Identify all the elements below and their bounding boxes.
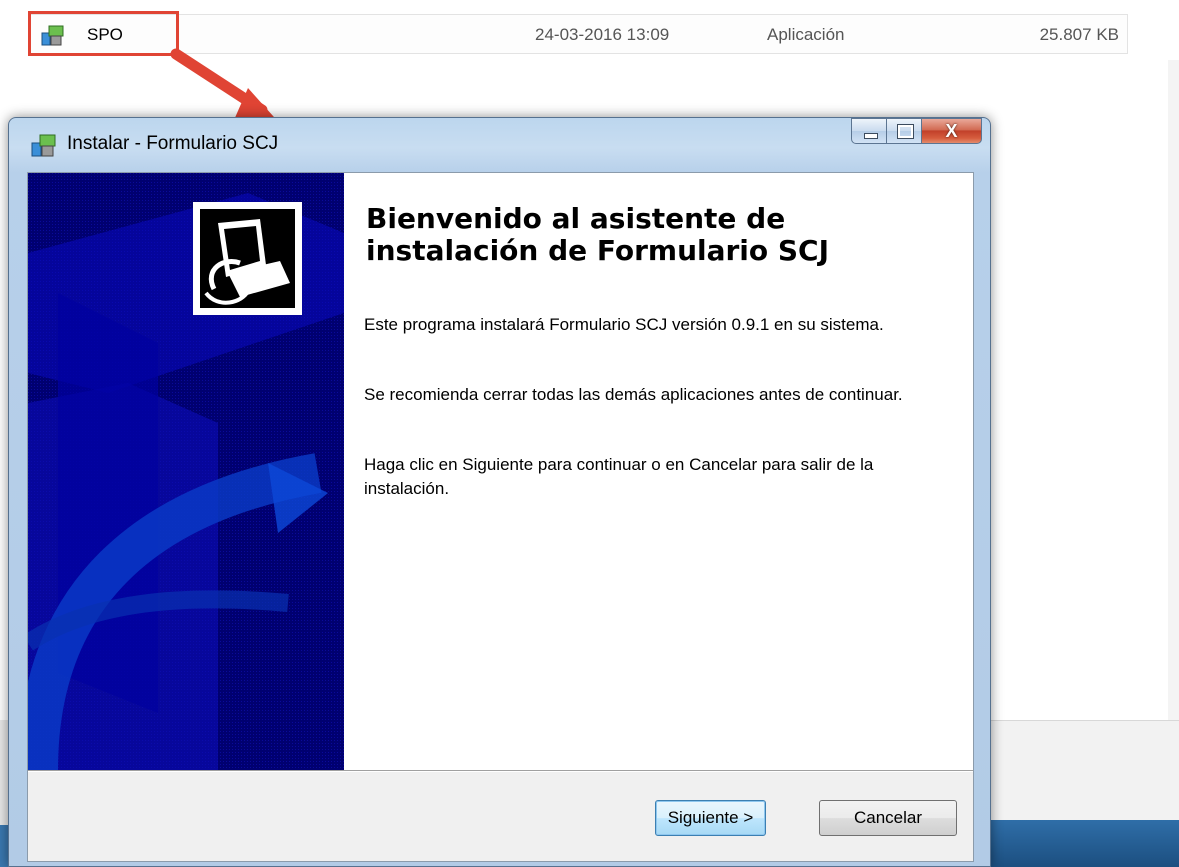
- close-icon: X: [945, 121, 958, 141]
- next-button[interactable]: Siguiente >: [655, 800, 766, 836]
- explorer-scrollbar[interactable]: [1168, 60, 1179, 720]
- maximize-button[interactable]: [887, 118, 922, 144]
- welcome-heading: Bienvenido al asistente de instalación d…: [366, 202, 830, 267]
- file-size: 25.807 KB: [1039, 25, 1119, 44]
- file-date: 24-03-2016 13:09: [535, 25, 670, 44]
- cancel-button[interactable]: Cancelar: [819, 800, 957, 836]
- title-bar[interactable]: Instalar - Formulario SCJ X: [9, 118, 990, 172]
- button-separator: [28, 770, 973, 772]
- installer-icon: [31, 134, 56, 157]
- welcome-text-1: Este programa instalará Formulario SCJ v…: [364, 315, 884, 334]
- wizard-banner-image: [28, 173, 344, 770]
- explorer-details-pane-right: [990, 720, 1179, 821]
- welcome-text-2: Se recomienda cerrar todas las demás apl…: [364, 385, 903, 404]
- dialog-client: Bienvenido al asistente de instalación d…: [27, 172, 974, 862]
- window-title: Instalar - Formulario SCJ: [67, 133, 279, 154]
- caption-buttons: X: [851, 118, 982, 145]
- taskbar: [990, 820, 1179, 867]
- welcome-panel: Bienvenido al asistente de instalación d…: [344, 173, 973, 770]
- file-type: Aplicación: [767, 25, 845, 44]
- banner-graphic: [28, 173, 344, 770]
- installer-dialog: Instalar - Formulario SCJ X Bienvenido a…: [8, 117, 991, 867]
- setup-computer-icon: [193, 202, 302, 315]
- highlight-box: [28, 11, 179, 56]
- minimize-button[interactable]: [851, 118, 887, 144]
- close-button[interactable]: X: [922, 118, 982, 144]
- welcome-text-3: Haga clic en Siguiente para continuar o …: [364, 455, 874, 498]
